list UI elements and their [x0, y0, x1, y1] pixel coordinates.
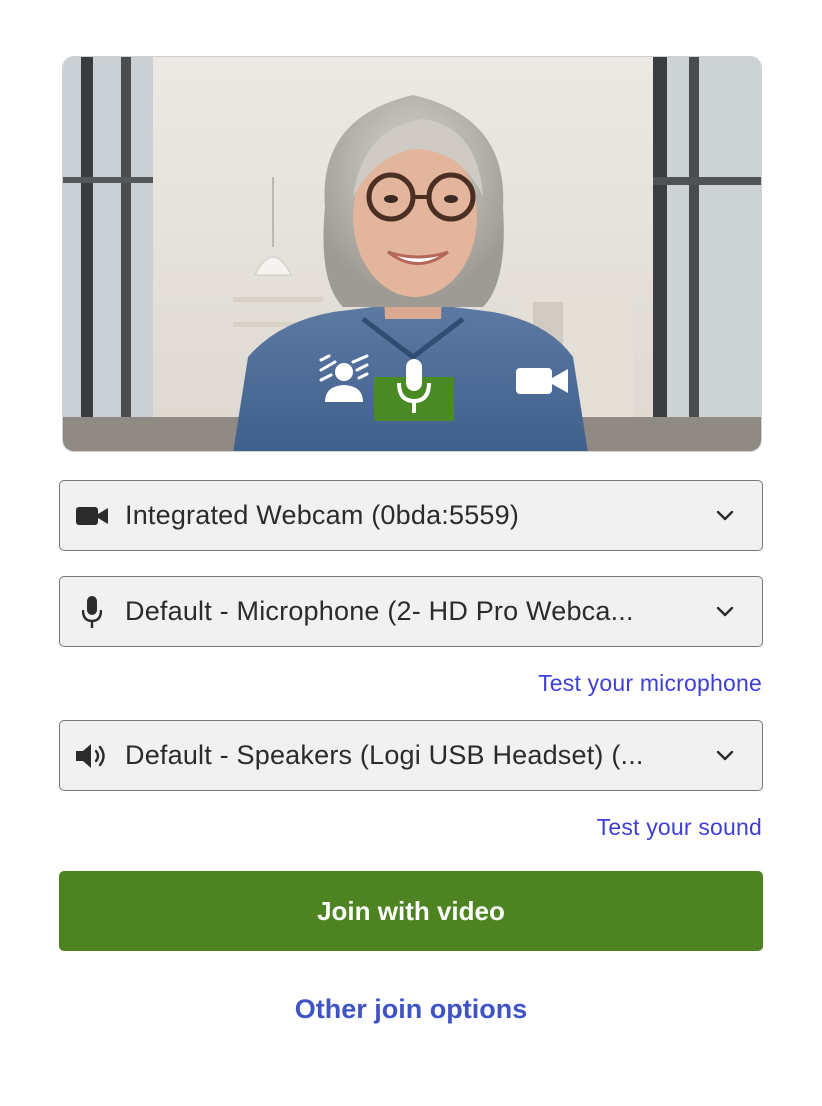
microphone-select[interactable]: Default - Microphone (2- HD Pro Webca...	[59, 576, 763, 647]
camera-toggle-button[interactable]	[513, 359, 571, 403]
person-background-icon	[319, 354, 369, 402]
video-camera-icon	[516, 368, 568, 394]
background-effects-button[interactable]	[313, 351, 375, 407]
microphone-select-value: Default - Microphone (2- HD Pro Webca...	[125, 596, 634, 626]
microphone-icon	[397, 359, 431, 413]
video-camera-icon	[75, 499, 109, 533]
speaker-icon	[75, 739, 109, 773]
join-with-video-label: Join with video	[317, 895, 505, 926]
test-sound-link[interactable]: Test your sound	[597, 814, 762, 841]
chevron-down-icon	[716, 606, 734, 617]
test-microphone-link[interactable]: Test your microphone	[538, 670, 762, 697]
camera-select[interactable]: Integrated Webcam (0bda:5559)	[59, 480, 763, 551]
speaker-select[interactable]: Default - Speakers (Logi USB Headset) (.…	[59, 720, 763, 791]
join-with-video-button[interactable]: Join with video	[59, 871, 763, 951]
other-join-options-link[interactable]: Other join options	[0, 994, 822, 1025]
microphone-icon	[75, 595, 109, 629]
speaker-select-value: Default - Speakers (Logi USB Headset) (.…	[125, 740, 644, 770]
camera-select-value: Integrated Webcam (0bda:5559)	[125, 500, 520, 530]
chevron-down-icon	[716, 510, 734, 521]
chevron-down-icon	[716, 750, 734, 761]
microphone-toggle-button[interactable]	[374, 359, 454, 421]
video-preview	[62, 56, 762, 452]
